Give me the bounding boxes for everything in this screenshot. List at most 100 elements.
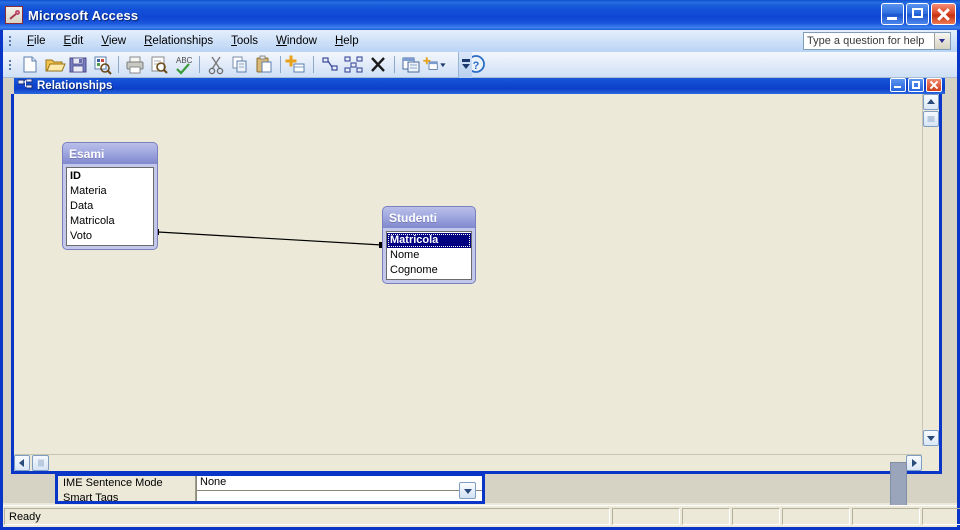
property-value-ime-sentence-mode[interactable]: None bbox=[196, 476, 482, 491]
close-button[interactable] bbox=[931, 3, 956, 25]
save-disk-icon[interactable] bbox=[66, 53, 90, 76]
toolbar-grip[interactable] bbox=[6, 56, 14, 74]
field-esami-id[interactable]: ID bbox=[67, 169, 153, 184]
relationships-maximize-button[interactable] bbox=[908, 78, 924, 92]
table-body-esami: ID Materia Data Matricola Voto bbox=[62, 164, 158, 250]
field-esami-voto[interactable]: Voto bbox=[67, 229, 153, 244]
status-panel-1 bbox=[612, 508, 680, 525]
table-box-studenti[interactable]: Studenti Matricola Nome Cognome bbox=[382, 206, 476, 284]
table-body-studenti: Matricola Nome Cognome bbox=[382, 228, 476, 284]
relationships-close-button[interactable] bbox=[926, 78, 942, 92]
property-label-ime-sentence-mode: IME Sentence Mode bbox=[58, 476, 196, 491]
toolbar-separator bbox=[394, 56, 395, 73]
svg-text:ABC: ABC bbox=[176, 56, 193, 65]
relationships-icon bbox=[17, 78, 33, 92]
access-application-window: Microsoft Access File Edit View Relation… bbox=[0, 0, 960, 530]
toolbar-separator bbox=[118, 56, 119, 73]
property-row-ime-sentence-mode[interactable]: IME Sentence Mode None bbox=[58, 476, 482, 491]
window-controls bbox=[881, 3, 956, 25]
app-title: Microsoft Access bbox=[28, 7, 139, 23]
search-file-icon[interactable] bbox=[90, 53, 114, 76]
menu-view[interactable]: View bbox=[92, 33, 135, 49]
menu-edit[interactable]: Edit bbox=[55, 33, 93, 49]
vertical-scroll-thumb[interactable] bbox=[923, 111, 939, 127]
mdi-workspace: Relationships Esami ID Materia Data Matr… bbox=[3, 78, 957, 503]
menu-relationships-label: elationships bbox=[152, 35, 214, 47]
menu-bar: File Edit View Relationships Tools Windo… bbox=[3, 30, 957, 52]
field-esami-data[interactable]: Data bbox=[67, 199, 153, 214]
toolbar-overflow-chevron[interactable] bbox=[458, 52, 472, 78]
standard-toolbar: ABC ? bbox=[3, 52, 957, 78]
menu-window-label: indow bbox=[286, 35, 317, 47]
relationships-window-icon[interactable] bbox=[399, 53, 423, 76]
help-search-dropdown-icon[interactable] bbox=[934, 33, 950, 49]
property-row-smart-tags[interactable]: Smart Tags bbox=[58, 491, 482, 501]
menu-file-label: ile bbox=[34, 35, 46, 47]
toolbar-separator bbox=[199, 56, 200, 73]
relationships-minimize-button[interactable] bbox=[890, 78, 906, 92]
show-table-icon[interactable] bbox=[285, 53, 309, 76]
menu-relationships[interactable]: Relationships bbox=[135, 33, 222, 49]
new-object-icon[interactable] bbox=[423, 53, 455, 76]
access-key-icon bbox=[5, 6, 23, 24]
menu-tools[interactable]: Tools bbox=[222, 33, 267, 49]
field-esami-matricola[interactable]: Matricola bbox=[67, 214, 153, 229]
scroll-right-button[interactable] bbox=[906, 455, 922, 471]
help-search-placeholder: Type a question for help bbox=[807, 35, 925, 47]
property-sheet-scrollbar[interactable] bbox=[890, 462, 907, 506]
all-relationships-icon[interactable] bbox=[342, 53, 366, 76]
toolbar-separator bbox=[280, 56, 281, 73]
scrollbar-corner bbox=[922, 454, 939, 471]
field-list-esami: ID Materia Data Matricola Voto bbox=[66, 167, 154, 246]
help-search-box[interactable]: Type a question for help bbox=[803, 32, 951, 50]
property-label-smart-tags: Smart Tags bbox=[58, 491, 196, 501]
menu-window[interactable]: Window bbox=[267, 33, 326, 49]
status-panel-2 bbox=[682, 508, 730, 525]
copy-icon[interactable] bbox=[228, 53, 252, 76]
menu-help-label: elp bbox=[343, 35, 359, 47]
canvas-vertical-scrollbar[interactable] bbox=[922, 94, 939, 446]
table-title-studenti[interactable]: Studenti bbox=[382, 206, 476, 228]
relationships-canvas[interactable]: Esami ID Materia Data Matricola Voto Stu… bbox=[14, 94, 922, 446]
scroll-down-button[interactable] bbox=[923, 430, 939, 446]
relationships-title-bar: Relationships bbox=[14, 78, 945, 94]
property-value-smart-tags[interactable] bbox=[196, 491, 482, 501]
field-list-studenti: Matricola Nome Cognome bbox=[386, 231, 472, 280]
print-preview-icon[interactable] bbox=[147, 53, 171, 76]
status-panel-6 bbox=[922, 508, 960, 525]
scroll-left-button[interactable] bbox=[14, 455, 30, 471]
horizontal-scroll-thumb[interactable] bbox=[32, 455, 49, 471]
maximize-button[interactable] bbox=[906, 3, 929, 25]
clear-layout-icon[interactable] bbox=[366, 53, 390, 76]
cut-scissors-icon[interactable] bbox=[204, 53, 228, 76]
scroll-up-button[interactable] bbox=[923, 94, 939, 110]
status-bar: Ready bbox=[3, 505, 960, 527]
field-studenti-nome[interactable]: Nome bbox=[387, 248, 471, 263]
status-panel-5 bbox=[852, 508, 920, 525]
new-database-icon[interactable] bbox=[18, 53, 42, 76]
open-folder-icon[interactable] bbox=[42, 53, 66, 76]
menu-tools-label: ools bbox=[236, 35, 259, 47]
relationships-window-controls bbox=[890, 78, 942, 92]
canvas-horizontal-scrollbar[interactable] bbox=[14, 454, 922, 471]
relationships-window: Relationships Esami ID Materia Data Matr… bbox=[11, 78, 945, 474]
table-box-esami[interactable]: Esami ID Materia Data Matricola Voto bbox=[62, 142, 158, 250]
paste-icon[interactable] bbox=[252, 53, 276, 76]
table-title-esami[interactable]: Esami bbox=[62, 142, 158, 164]
menu-edit-label: dit bbox=[71, 35, 84, 47]
direct-relationships-icon[interactable] bbox=[318, 53, 342, 76]
relationships-window-title: Relationships bbox=[37, 79, 113, 92]
menu-grip[interactable] bbox=[6, 32, 14, 50]
minimize-button[interactable] bbox=[881, 3, 904, 25]
property-dropdown-arrow[interactable] bbox=[459, 482, 476, 499]
menu-help[interactable]: Help bbox=[326, 33, 368, 49]
spelling-icon[interactable]: ABC bbox=[171, 53, 195, 76]
menu-file[interactable]: File bbox=[18, 33, 55, 49]
print-icon[interactable] bbox=[123, 53, 147, 76]
status-panel-4 bbox=[782, 508, 850, 525]
field-studenti-matricola[interactable]: Matricola bbox=[387, 233, 471, 248]
property-sheet[interactable]: IME Sentence Mode None Smart Tags bbox=[55, 474, 485, 504]
main-title-bar: Microsoft Access bbox=[0, 0, 960, 30]
field-esami-materia[interactable]: Materia bbox=[67, 184, 153, 199]
field-studenti-cognome[interactable]: Cognome bbox=[387, 263, 471, 278]
